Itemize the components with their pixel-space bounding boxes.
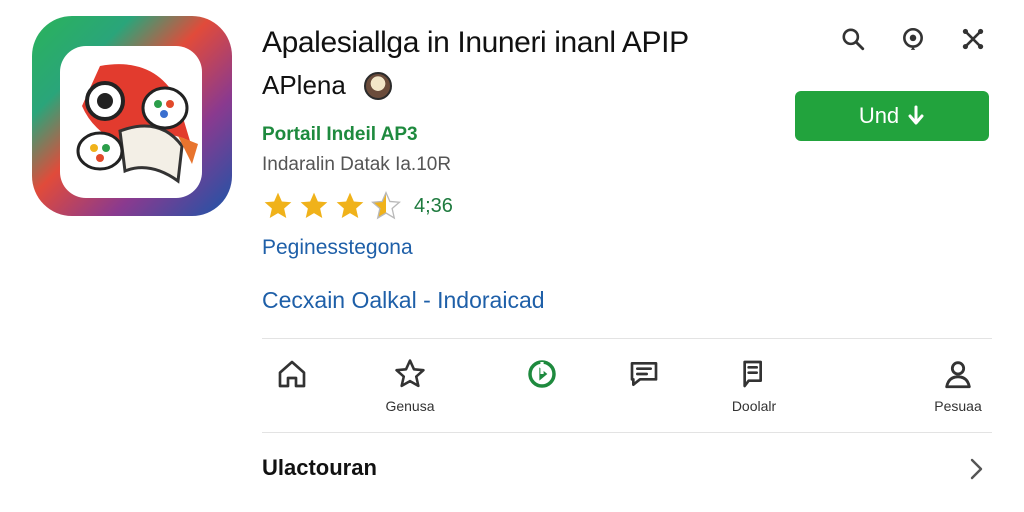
star-half-icon	[371, 191, 401, 220]
app-subtitle: APlena	[262, 70, 346, 100]
divider	[262, 432, 992, 433]
info-line[interactable]: Cecxain Oalkal - Indoraicad	[262, 287, 545, 314]
nav-item-person[interactable]: Pesuaa	[918, 356, 998, 426]
divider	[262, 338, 992, 339]
nav-label: Genusa	[385, 398, 435, 414]
app-listing-page: Apalesiallga in Inuneri inanl APIP APlen…	[0, 0, 1024, 512]
star-icon	[392, 356, 428, 392]
document-icon	[736, 356, 772, 392]
person-icon	[940, 356, 976, 392]
developer-link[interactable]: Portail Indeil AP3	[262, 124, 418, 146]
app-logo-graphic	[76, 64, 198, 184]
developer-avatar	[363, 71, 392, 100]
install-label: Und	[858, 103, 900, 128]
app-icon-inner	[60, 46, 202, 198]
app-icon	[32, 16, 232, 216]
nav-label: Doolalr	[731, 398, 777, 414]
nav-item-document[interactable]: Doolalr	[714, 356, 794, 426]
nav-row: Genusa Doolalr Pesuaa	[262, 356, 992, 426]
chevron-right-icon[interactable]	[964, 455, 988, 483]
star-filled-icon	[300, 192, 328, 218]
rating-value: 4;36	[414, 194, 453, 217]
chat-bubble-icon	[626, 356, 662, 392]
section-title[interactable]: Ulactouran	[262, 455, 377, 481]
nav-item-chat[interactable]	[604, 356, 684, 426]
nav-label: Pesuaa	[934, 398, 982, 414]
play-store-icon	[524, 356, 560, 392]
location-pin-icon[interactable]	[898, 24, 928, 54]
app-meta: Indaralin Datak Ia.10R	[262, 154, 452, 175]
search-icon[interactable]	[838, 24, 868, 54]
app-title: Apalesiallga in Inuneri inanl APIP	[262, 26, 689, 59]
star-filled-icon	[264, 192, 292, 218]
rating-row: 4;36	[262, 190, 453, 222]
category-link[interactable]: Peginesstegona	[262, 236, 413, 260]
star-filled-icon	[336, 192, 364, 218]
share-icon[interactable]	[958, 24, 988, 54]
home-icon	[274, 356, 310, 392]
nav-item-home[interactable]	[252, 356, 332, 426]
nav-item-play-store[interactable]	[502, 356, 582, 426]
install-button[interactable]: Und	[795, 91, 989, 141]
nav-item-star[interactable]: Genusa	[370, 356, 450, 426]
subtitle-row: APlena	[262, 70, 392, 101]
arrow-down-icon	[908, 105, 924, 125]
top-actions	[838, 24, 988, 54]
